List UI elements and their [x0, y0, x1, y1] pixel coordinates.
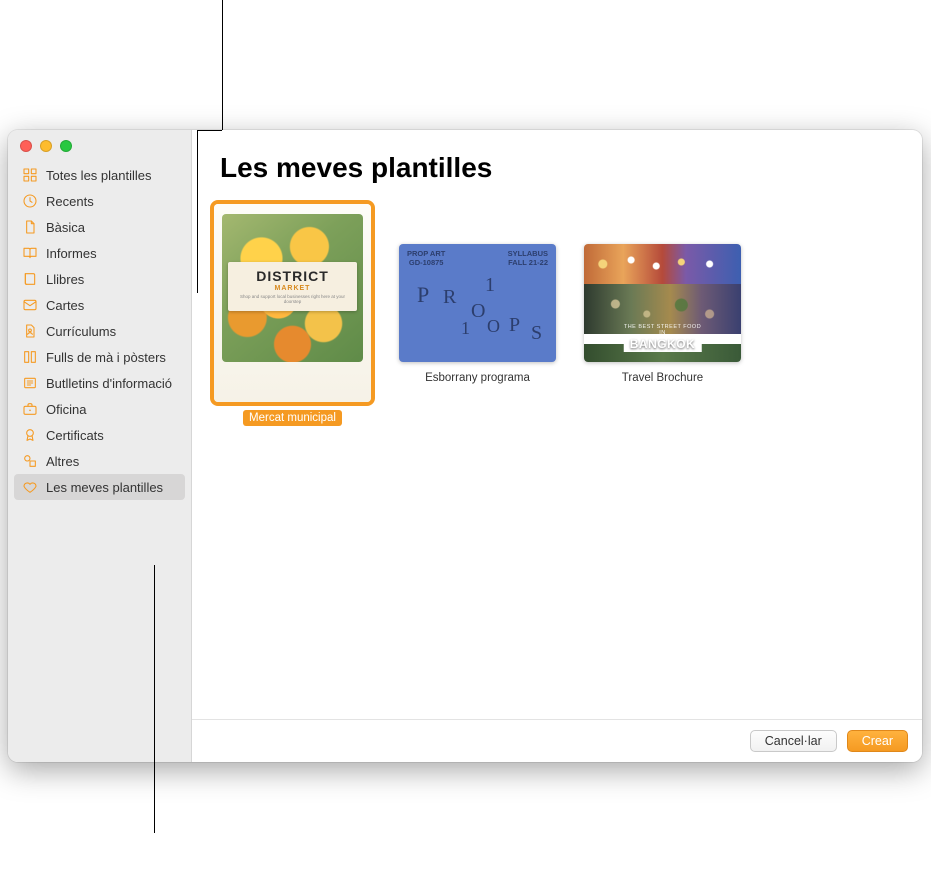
- main-header: Les meves plantilles: [192, 130, 922, 194]
- doc-icon: [22, 219, 38, 235]
- sidebar-item-les-meves-plantilles[interactable]: Les meves plantilles: [14, 474, 185, 500]
- thumbnail-tagline: Shop and support local businesses right …: [232, 294, 353, 305]
- sidebar-item-label: Certificats: [46, 428, 104, 443]
- sidebar-item-fulls-de-m-i-p-sters[interactable]: Fulls de mà i pòsters: [14, 344, 185, 370]
- template-tile-esborrany-programa[interactable]: PROP ARTGD-10875SYLLABUSFALL 21-22PR1O1O…: [399, 204, 556, 386]
- ribbon-icon: [22, 427, 38, 443]
- sidebar-item-llibres[interactable]: Llibres: [14, 266, 185, 292]
- cancel-button[interactable]: Cancel·lar: [750, 730, 837, 752]
- template-thumbnail[interactable]: THE BEST STREET FOOD INBANGKOK: [584, 244, 741, 362]
- sidebar-item-certificats[interactable]: Certificats: [14, 422, 185, 448]
- sidebar-item-label: Oficina: [46, 402, 86, 417]
- window-minimize-button[interactable]: [40, 140, 52, 152]
- sidebar-item-cartes[interactable]: Cartes: [14, 292, 185, 318]
- sidebar-item-label: Llibres: [46, 272, 84, 287]
- page-title: Les meves plantilles: [220, 152, 894, 184]
- book-open-icon: [22, 245, 38, 261]
- shapes-icon: [22, 453, 38, 469]
- thumbnail-title: DISTRICT: [232, 268, 353, 284]
- window-close-button[interactable]: [20, 140, 32, 152]
- sidebar-item-totes-les-plantilles[interactable]: Totes les plantilles: [14, 162, 185, 188]
- template-tile-travel-brochure[interactable]: THE BEST STREET FOOD INBANGKOK Travel Bro…: [584, 204, 741, 386]
- callout-line-vertical-into-window: [197, 130, 198, 293]
- sidebar-item-label: Currículums: [46, 324, 116, 339]
- briefcase-icon: [22, 401, 38, 417]
- template-label: Esborrany programa: [419, 370, 536, 386]
- clock-icon: [22, 193, 38, 209]
- callout-line-horizontal: [197, 130, 222, 131]
- template-chooser-window: Totes les plantilles Recents Bàsica Informe…: [8, 130, 922, 762]
- news-icon: [22, 375, 38, 391]
- sidebar-item-label: Informes: [46, 246, 97, 261]
- sidebar-item-b-sica[interactable]: Bàsica: [14, 214, 185, 240]
- sidebar-item-informes[interactable]: Informes: [14, 240, 185, 266]
- sidebar-item-label: Cartes: [46, 298, 84, 313]
- template-tile-mercat-municipal[interactable]: DISTRICTMARKET Shop and support local bus…: [214, 204, 371, 426]
- thumbnail-art-top: [584, 244, 741, 284]
- sidebar-item-label: Bàsica: [46, 220, 85, 235]
- thumbnail-header-left: PROP ARTGD-10875: [407, 250, 445, 267]
- footer-bar: Cancel·lar Crear: [192, 719, 922, 762]
- sidebar-item-curr-culums[interactable]: Currículums: [14, 318, 185, 344]
- create-button[interactable]: Crear: [847, 730, 908, 752]
- sidebar-item-recents[interactable]: Recents: [14, 188, 185, 214]
- book-icon: [22, 271, 38, 287]
- template-thumbnail[interactable]: DISTRICTMARKET Shop and support local bus…: [214, 204, 371, 402]
- window-controls: [8, 130, 191, 158]
- sidebar-item-label: Les meves plantilles: [46, 480, 163, 495]
- category-list: Totes les plantilles Recents Bàsica Informe…: [8, 158, 191, 504]
- sidebar-item-label: Recents: [46, 194, 94, 209]
- window-zoom-button[interactable]: [60, 140, 72, 152]
- callout-line-vertical-bottom: [154, 565, 155, 833]
- thumbnail-subtitle: MARKET: [232, 285, 353, 292]
- heart-icon: [22, 479, 38, 495]
- callout-line-vertical-top: [222, 0, 223, 130]
- main-pane: Les meves plantilles DISTRICTMARKET Shop …: [192, 130, 922, 762]
- thumbnail-banner: DISTRICTMARKET Shop and support local bus…: [228, 262, 357, 311]
- template-label: Travel Brochure: [616, 370, 709, 386]
- template-grid: DISTRICTMARKET Shop and support local bus…: [192, 194, 922, 719]
- envelope-icon: [22, 297, 38, 313]
- sidebar-item-altres[interactable]: Altres: [14, 448, 185, 474]
- thumbnail-headline: THE BEST STREET FOOD INBANGKOK: [623, 324, 702, 352]
- grid-icon: [22, 167, 38, 183]
- sidebar-item-butlletins-d-informaci[interactable]: Butlletins d'informació: [14, 370, 185, 396]
- columns-icon: [22, 349, 38, 365]
- sidebar-item-label: Fulls de mà i pòsters: [46, 350, 166, 365]
- sidebar-item-oficina[interactable]: Oficina: [14, 396, 185, 422]
- template-label: Mercat municipal: [243, 410, 342, 426]
- person-doc-icon: [22, 323, 38, 339]
- sidebar-item-label: Totes les plantilles: [46, 168, 152, 183]
- sidebar-item-label: Butlletins d'informació: [46, 376, 172, 391]
- template-thumbnail[interactable]: PROP ARTGD-10875SYLLABUSFALL 21-22PR1O1O…: [399, 244, 556, 362]
- sidebar-item-label: Altres: [46, 454, 79, 469]
- thumbnail-header-right: SYLLABUSFALL 21-22: [508, 250, 548, 267]
- sidebar: Totes les plantilles Recents Bàsica Informe…: [8, 130, 192, 762]
